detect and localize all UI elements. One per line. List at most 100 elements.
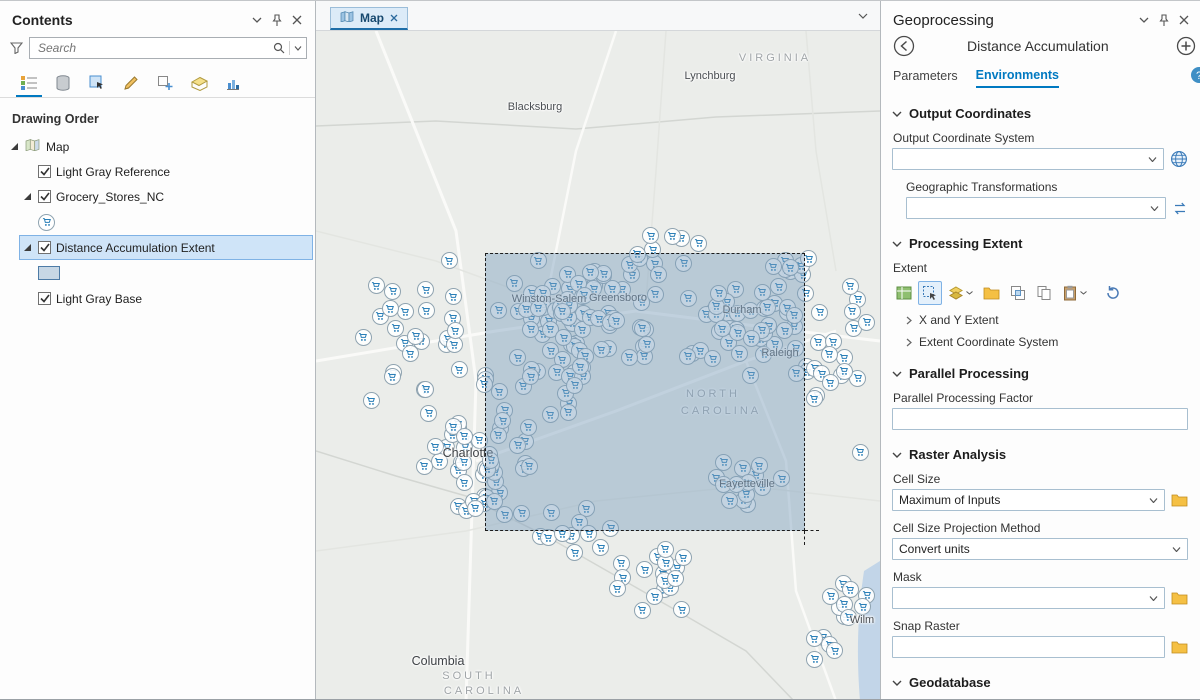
close-icon[interactable] bbox=[287, 11, 307, 29]
tab-environments[interactable]: Environments bbox=[976, 68, 1059, 88]
grocery-store-marker[interactable] bbox=[836, 363, 853, 380]
grocery-store-marker[interactable] bbox=[821, 346, 838, 363]
search-icon[interactable] bbox=[273, 42, 285, 54]
grocery-store-marker[interactable] bbox=[842, 278, 859, 295]
paste-extent-icon[interactable] bbox=[1058, 281, 1091, 305]
grocery-store-marker[interactable] bbox=[664, 228, 681, 245]
ocs-dropdown[interactable] bbox=[892, 148, 1164, 170]
back-icon[interactable] bbox=[893, 35, 915, 57]
section-processing-extent[interactable]: Processing Extent bbox=[892, 236, 1188, 251]
extent-resize-handle[interactable] bbox=[805, 530, 819, 531]
section-parallel-processing[interactable]: Parallel Processing bbox=[892, 366, 1188, 381]
map-tab-close-icon[interactable] bbox=[390, 11, 398, 25]
cell-size-dropdown[interactable]: Maximum of Inputs bbox=[892, 489, 1165, 511]
section-output-coordinates[interactable]: Output Coordinates bbox=[892, 106, 1188, 121]
grocery-store-marker[interactable] bbox=[384, 283, 401, 300]
cell-size-folder-icon[interactable] bbox=[1171, 493, 1188, 507]
copy-extent-icon[interactable] bbox=[1032, 281, 1056, 305]
grocery-store-marker[interactable] bbox=[397, 303, 414, 320]
pin-icon[interactable] bbox=[1154, 11, 1174, 29]
grocery-store-marker[interactable] bbox=[858, 314, 875, 331]
expander-icon[interactable] bbox=[21, 243, 33, 252]
add-to-model-icon[interactable] bbox=[1176, 36, 1196, 56]
grocery-store-marker[interactable] bbox=[690, 235, 707, 252]
grocery-store-marker[interactable] bbox=[420, 405, 437, 422]
tab-list-chevron-icon[interactable] bbox=[858, 6, 868, 24]
grocery-store-marker[interactable] bbox=[822, 588, 839, 605]
grocery-store-marker[interactable] bbox=[417, 381, 434, 398]
grocery-store-marker[interactable] bbox=[822, 374, 839, 391]
grocery-store-marker[interactable] bbox=[441, 252, 458, 269]
globe-icon[interactable] bbox=[1170, 150, 1188, 168]
grocery-store-marker[interactable] bbox=[806, 390, 823, 407]
tab-parameters[interactable]: Parameters bbox=[893, 69, 958, 87]
snap-raster-input[interactable] bbox=[899, 640, 1158, 654]
grocery-store-marker[interactable] bbox=[363, 392, 380, 409]
xy-extent-expander[interactable]: X and Y Extent bbox=[906, 313, 1188, 327]
tree-item-distance-accumulation-extent[interactable]: Distance Accumulation Extent bbox=[19, 235, 313, 260]
grocery-store-marker[interactable] bbox=[667, 570, 684, 587]
layer-checkbox[interactable] bbox=[38, 292, 51, 305]
layer-extent-icon[interactable] bbox=[944, 281, 977, 305]
parallel-factor-input[interactable] bbox=[899, 412, 1181, 426]
grocery-store-marker[interactable] bbox=[609, 580, 626, 597]
grocery-store-marker[interactable] bbox=[418, 302, 435, 319]
search-options-chevron-icon[interactable] bbox=[294, 46, 302, 51]
help-icon[interactable]: ? bbox=[1191, 67, 1200, 88]
grocery-store-marker[interactable] bbox=[675, 549, 692, 566]
list-by-snapping-icon[interactable] bbox=[150, 69, 180, 97]
list-by-labeling-icon[interactable] bbox=[184, 69, 214, 97]
list-by-selection-icon[interactable] bbox=[82, 69, 112, 97]
grocery-store-marker[interactable] bbox=[852, 444, 869, 461]
grocery-store-marker[interactable] bbox=[382, 300, 399, 317]
grocery-store-marker[interactable] bbox=[806, 651, 823, 668]
extent-symbol-row[interactable] bbox=[19, 260, 315, 286]
section-geodatabase[interactable]: Geodatabase bbox=[892, 675, 1188, 690]
display-extent-icon[interactable] bbox=[892, 281, 916, 305]
list-by-drawing-order-icon[interactable] bbox=[14, 69, 44, 97]
grocery-store-marker[interactable] bbox=[642, 227, 659, 244]
layer-checkbox[interactable] bbox=[38, 241, 51, 254]
grocery-store-marker[interactable] bbox=[407, 328, 424, 345]
browse-extent-folder-icon[interactable] bbox=[979, 281, 1004, 305]
list-by-editing-icon[interactable] bbox=[116, 69, 146, 97]
grocery-store-marker[interactable] bbox=[368, 277, 385, 294]
grocery-store-marker[interactable] bbox=[387, 320, 404, 337]
layer-checkbox[interactable] bbox=[38, 165, 51, 178]
section-raster-analysis[interactable]: Raster Analysis bbox=[892, 447, 1188, 462]
distance-accumulation-extent-graphic[interactable] bbox=[485, 253, 805, 531]
expander-icon[interactable] bbox=[8, 142, 20, 151]
filter-icon[interactable] bbox=[10, 42, 23, 54]
grocery-store-marker[interactable] bbox=[634, 602, 651, 619]
list-by-data-source-icon[interactable] bbox=[48, 69, 78, 97]
grocery-store-marker[interactable] bbox=[402, 345, 419, 362]
expander-icon[interactable] bbox=[21, 192, 33, 201]
grocery-store-marker[interactable] bbox=[451, 361, 468, 378]
tree-item-map[interactable]: Map bbox=[0, 134, 315, 159]
map-tab[interactable]: Map bbox=[330, 7, 408, 30]
extent-cs-expander[interactable]: Extent Coordinate System bbox=[906, 335, 1188, 349]
tree-item-light-gray-reference[interactable]: Light Gray Reference bbox=[19, 159, 313, 184]
pin-icon[interactable] bbox=[267, 11, 287, 29]
grocery-store-marker[interactable] bbox=[657, 541, 674, 558]
chevron-down-icon[interactable] bbox=[247, 11, 267, 29]
close-icon[interactable] bbox=[1174, 11, 1194, 29]
grocery-store-marker[interactable] bbox=[844, 303, 861, 320]
grocery-store-marker[interactable] bbox=[447, 322, 464, 339]
grocery-store-marker[interactable] bbox=[811, 304, 828, 321]
grocery-store-marker[interactable] bbox=[384, 368, 401, 385]
tree-item-light-gray-base[interactable]: Light Gray Base bbox=[19, 286, 313, 311]
tree-item-grocery-stores-nc[interactable]: Grocery_Stores_NC bbox=[19, 184, 313, 209]
chevron-down-icon[interactable] bbox=[1134, 11, 1154, 29]
cell-size-projection-dropdown[interactable]: Convert units bbox=[892, 538, 1188, 560]
grocery-stores-symbol-row[interactable] bbox=[19, 209, 315, 235]
list-by-charts-icon[interactable] bbox=[218, 69, 248, 97]
swap-transformations-icon[interactable] bbox=[1172, 202, 1188, 215]
grocery-store-marker[interactable] bbox=[416, 458, 433, 475]
mask-dropdown[interactable] bbox=[892, 587, 1165, 609]
map-canvas[interactable]: VIRGINIALynchburgBlacksburgWinston-Salem… bbox=[316, 31, 880, 699]
intersect-extent-icon[interactable] bbox=[1006, 281, 1030, 305]
reset-extent-icon[interactable] bbox=[1101, 281, 1125, 305]
grocery-store-marker[interactable] bbox=[467, 500, 484, 517]
layer-checkbox[interactable] bbox=[38, 190, 51, 203]
